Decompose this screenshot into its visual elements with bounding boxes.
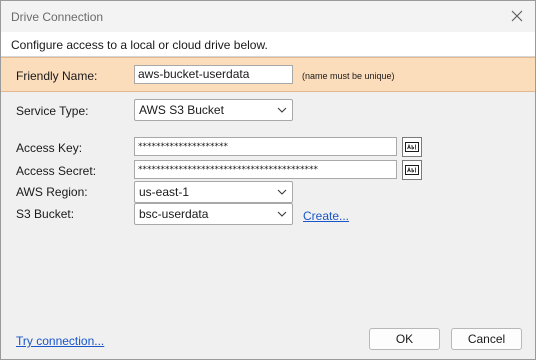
friendly-name-label: Friendly Name: bbox=[16, 69, 98, 83]
service-type-label: Service Type: bbox=[16, 104, 89, 118]
access-secret-label: Access Secret: bbox=[16, 164, 97, 178]
aws-region-label: AWS Region: bbox=[16, 185, 88, 199]
chevron-down-icon bbox=[277, 189, 287, 195]
s3-bucket-label: S3 Bucket: bbox=[16, 207, 75, 221]
access-secret-input[interactable]: **************************************** bbox=[134, 160, 397, 179]
aws-region-value: us-east-1 bbox=[139, 185, 190, 199]
friendly-name-hint: (name must be unique) bbox=[302, 71, 395, 81]
try-connection-link[interactable]: Try connection... bbox=[16, 334, 104, 348]
drive-connection-dialog: Drive Connection Configure access to a l… bbox=[0, 0, 536, 360]
s3-bucket-select[interactable]: bsc-userdata bbox=[134, 203, 293, 225]
chevron-down-icon bbox=[277, 211, 287, 217]
service-type-value: AWS S3 Bucket bbox=[139, 103, 224, 117]
reveal-text-icon bbox=[405, 142, 419, 152]
close-icon bbox=[511, 10, 523, 22]
close-button[interactable] bbox=[505, 5, 529, 27]
access-key-input[interactable]: ******************** bbox=[134, 137, 397, 156]
instruction-header: Configure access to a local or cloud dri… bbox=[1, 32, 535, 57]
friendly-name-input[interactable]: aws-bucket-userdata bbox=[134, 65, 293, 84]
chevron-down-icon bbox=[277, 107, 287, 113]
s3-bucket-value: bsc-userdata bbox=[139, 207, 209, 221]
access-secret-reveal-button[interactable] bbox=[402, 160, 422, 180]
create-bucket-link[interactable]: Create... bbox=[303, 209, 349, 223]
title-bar: Drive Connection bbox=[1, 1, 535, 32]
cancel-button[interactable]: Cancel bbox=[451, 328, 522, 350]
aws-region-select[interactable]: us-east-1 bbox=[134, 181, 293, 203]
service-type-select[interactable]: AWS S3 Bucket bbox=[134, 99, 293, 121]
ok-button[interactable]: OK bbox=[369, 328, 440, 350]
window-title: Drive Connection bbox=[11, 10, 104, 24]
reveal-text-icon bbox=[405, 165, 419, 175]
access-key-label: Access Key: bbox=[16, 141, 83, 155]
access-key-reveal-button[interactable] bbox=[402, 137, 422, 157]
instruction-text: Configure access to a local or cloud dri… bbox=[11, 38, 268, 52]
